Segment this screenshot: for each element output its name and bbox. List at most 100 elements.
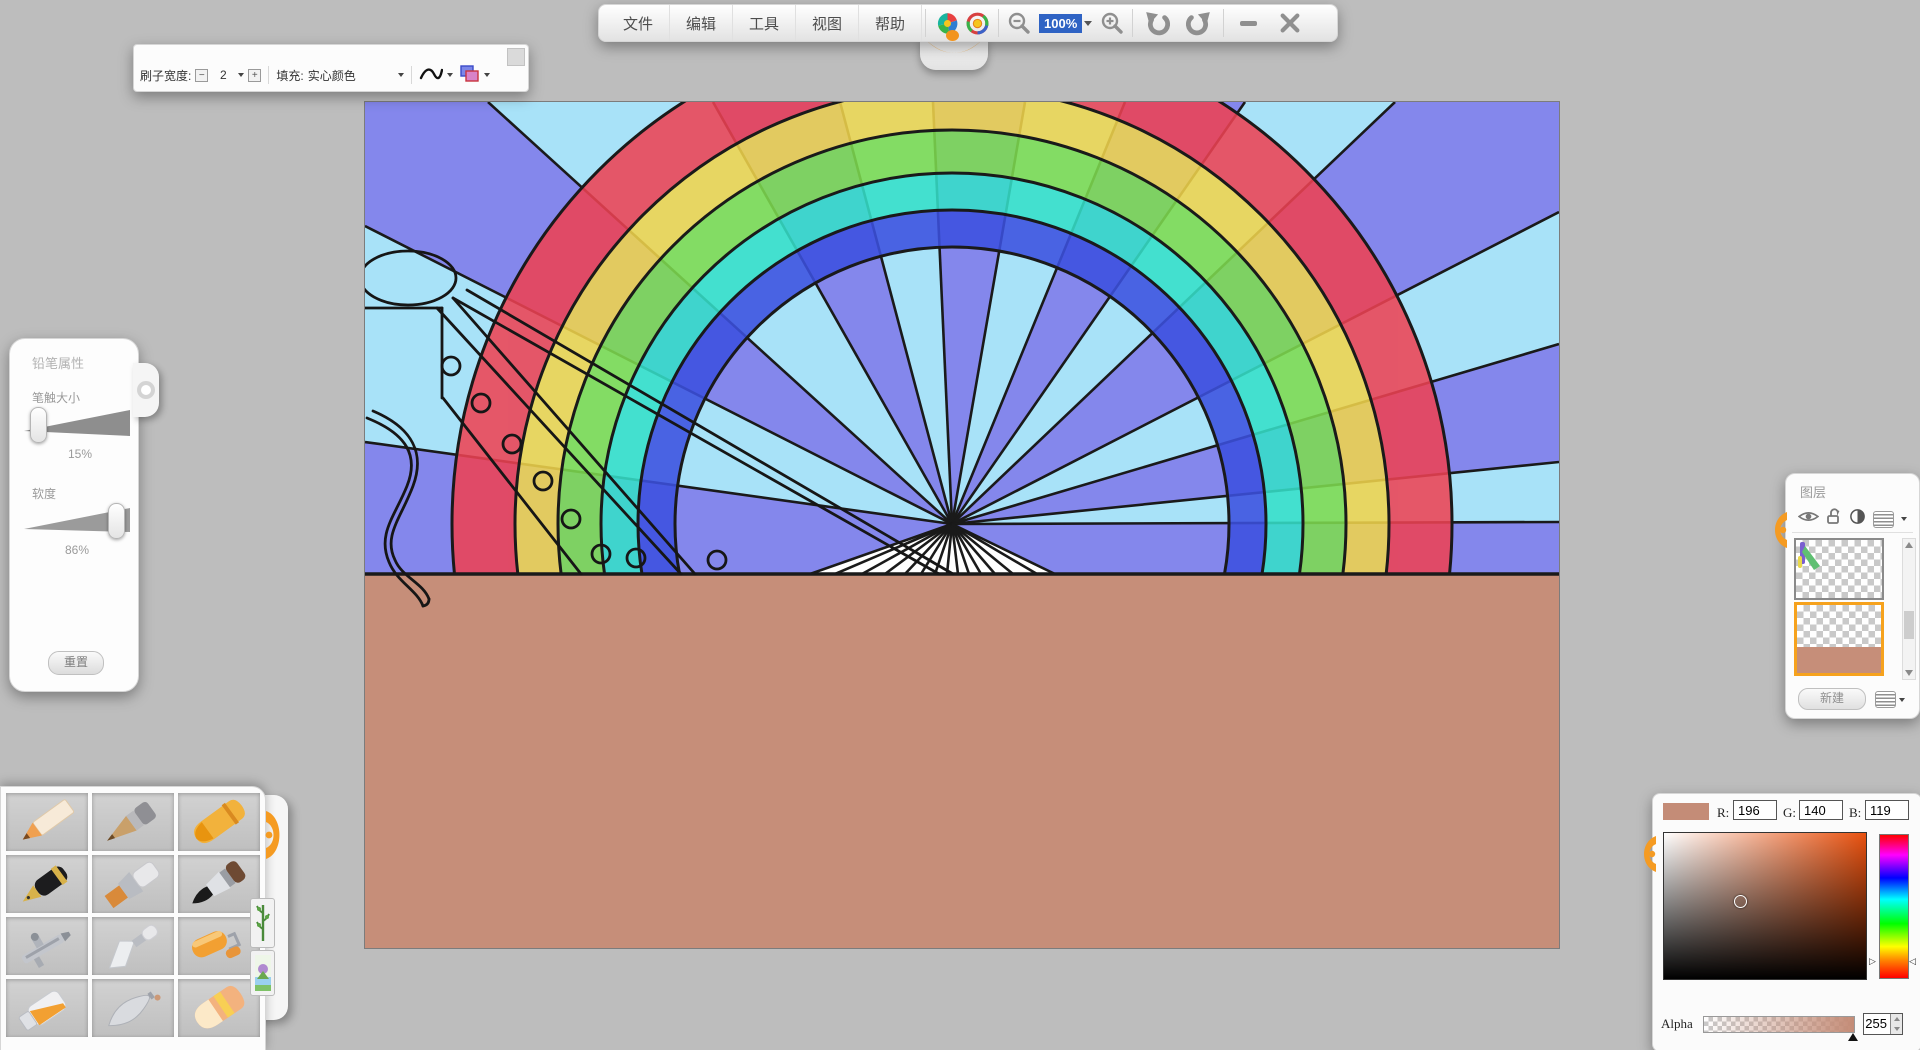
menu-tools[interactable]: 工具 — [733, 5, 796, 41]
tool-fountain-pen[interactable] — [6, 855, 88, 913]
drawing-canvas[interactable] — [364, 101, 1560, 949]
tool-paint-tube[interactable] — [6, 979, 88, 1037]
tool-paint-roller[interactable] — [178, 917, 260, 975]
toolbar-separator — [998, 9, 999, 37]
tool-ink-brush[interactable] — [178, 855, 260, 913]
scrollbar-thumb[interactable] — [1904, 611, 1914, 639]
close-button[interactable] — [1269, 5, 1311, 41]
minimize-button[interactable] — [1227, 5, 1269, 41]
toolbar-separator — [1223, 9, 1224, 37]
tool-crayon[interactable] — [178, 793, 260, 851]
alpha-value[interactable]: 255 — [1864, 1014, 1890, 1034]
zoom-level-combo[interactable]: 100% — [1036, 5, 1095, 41]
ink-brush-icon — [181, 857, 257, 911]
paint-tube-icon — [9, 981, 85, 1035]
hue-marker-left-icon[interactable]: ▷ — [1869, 956, 1876, 967]
scene-thumbnail-icon — [255, 955, 271, 991]
clown-eye-right-icon[interactable] — [965, 11, 990, 36]
separator — [268, 66, 269, 84]
colored-pencil-icon — [9, 795, 85, 849]
alpha-spinbox[interactable]: 255 — [1863, 1013, 1903, 1035]
tool-colored-pencil[interactable] — [6, 793, 88, 851]
tool-flat-brush[interactable] — [92, 855, 174, 913]
unlock-icon[interactable] — [1826, 508, 1842, 530]
scroll-up-icon[interactable] — [1905, 542, 1913, 548]
chevron-down-icon[interactable] — [1084, 21, 1092, 26]
crayon-icon — [181, 795, 257, 849]
tool-charcoal-pencil[interactable] — [92, 793, 174, 851]
saturation-value-gradient[interactable] — [1663, 832, 1867, 980]
fountain-pen-icon — [9, 857, 85, 911]
zoom-level-value[interactable]: 100% — [1039, 14, 1082, 33]
new-layer-button[interactable]: 新建 — [1798, 688, 1866, 710]
paint-application-window: 文件 编辑 工具 视图 帮助 — [0, 0, 1920, 1050]
hue-marker-right-icon[interactable]: ◁ — [1909, 956, 1916, 967]
paint-roller-icon — [181, 919, 257, 973]
zoom-out-button[interactable] — [1002, 5, 1036, 41]
undo-button[interactable] — [1136, 5, 1178, 41]
plant-brush-category-button[interactable] — [250, 898, 275, 948]
chevron-down-icon[interactable] — [238, 73, 244, 77]
chevron-down-icon[interactable] — [398, 73, 404, 77]
zoom-in-button[interactable] — [1095, 5, 1129, 41]
tool-eraser[interactable] — [178, 979, 260, 1037]
clown-smile-tab[interactable] — [920, 38, 988, 70]
tool-palette-handle[interactable] — [262, 806, 288, 869]
redo-icon — [1186, 10, 1212, 36]
layer-menu-icon[interactable] — [1873, 511, 1894, 528]
curve-style-icon[interactable] — [419, 65, 443, 86]
tool-palette-knife[interactable] — [92, 917, 174, 975]
softness-slider[interactable] — [24, 501, 132, 541]
scene-stamp-category-button[interactable] — [250, 950, 275, 996]
brush-size-slider-thumb[interactable] — [30, 407, 47, 443]
scroll-down-icon[interactable] — [1905, 670, 1913, 676]
layers-panel-handle[interactable] — [1769, 510, 1789, 555]
layer-list-scrollbar[interactable] — [1902, 538, 1916, 680]
layer-thumbnail-ground — [1797, 647, 1881, 673]
alpha-slider[interactable] — [1703, 1016, 1855, 1033]
undo-icon — [1144, 10, 1170, 36]
blue-input[interactable] — [1865, 800, 1909, 820]
clown-eyes-group — [929, 5, 995, 41]
layers-panel-menu-button[interactable] — [1875, 691, 1905, 708]
palette-knife-icon — [95, 919, 171, 973]
green-input[interactable] — [1799, 800, 1843, 820]
softness-slider-thumb[interactable] — [108, 503, 125, 539]
layer-item-ground-selected[interactable] — [1794, 602, 1884, 676]
alpha-slider-marker[interactable] — [1848, 1033, 1858, 1041]
color-selector-circle[interactable] — [1734, 895, 1747, 908]
spin-down-icon[interactable] — [1891, 1024, 1902, 1034]
increase-width-button[interactable]: + — [248, 69, 261, 82]
menu-view[interactable]: 视图 — [796, 5, 859, 41]
handle-hole — [137, 381, 155, 399]
layer-menu-icon — [1875, 691, 1896, 708]
tool-airbrush[interactable] — [6, 917, 88, 975]
visibility-eye-icon[interactable] — [1798, 509, 1819, 529]
brush-size-slider[interactable] — [24, 405, 132, 445]
brush-width-value[interactable]: 2 — [212, 68, 234, 82]
chevron-down-icon[interactable] — [1901, 517, 1907, 521]
hue-bar[interactable] — [1879, 834, 1909, 979]
layer-item-sketch[interactable] — [1794, 538, 1884, 600]
brush-size-label: 笔触大小 — [32, 389, 80, 406]
charcoal-pencil-icon — [95, 795, 171, 849]
color-panel-handle[interactable] — [1638, 834, 1658, 879]
clown-nose-icon — [946, 30, 959, 41]
reset-button[interactable]: 重置 — [48, 651, 104, 675]
menu-help[interactable]: 帮助 — [859, 5, 922, 41]
spin-up-icon[interactable] — [1891, 1014, 1902, 1024]
stroke-fill-color-icon[interactable] — [460, 65, 480, 86]
alpha-gradient — [1704, 1017, 1854, 1032]
fill-mode-value[interactable]: 实心颜色 — [308, 67, 394, 84]
panel-drag-handle[interactable] — [133, 363, 159, 417]
red-input[interactable] — [1733, 800, 1777, 820]
decrease-width-button[interactable]: − — [195, 69, 208, 82]
opacity-contrast-icon[interactable] — [1849, 508, 1866, 530]
chevron-down-icon[interactable] — [484, 73, 490, 77]
redo-button[interactable] — [1178, 5, 1220, 41]
chevron-down-icon[interactable] — [447, 73, 453, 77]
blender-icon — [95, 981, 171, 1035]
menu-file[interactable]: 文件 — [607, 5, 670, 41]
tool-blender[interactable] — [92, 979, 174, 1037]
menu-edit[interactable]: 编辑 — [670, 5, 733, 41]
